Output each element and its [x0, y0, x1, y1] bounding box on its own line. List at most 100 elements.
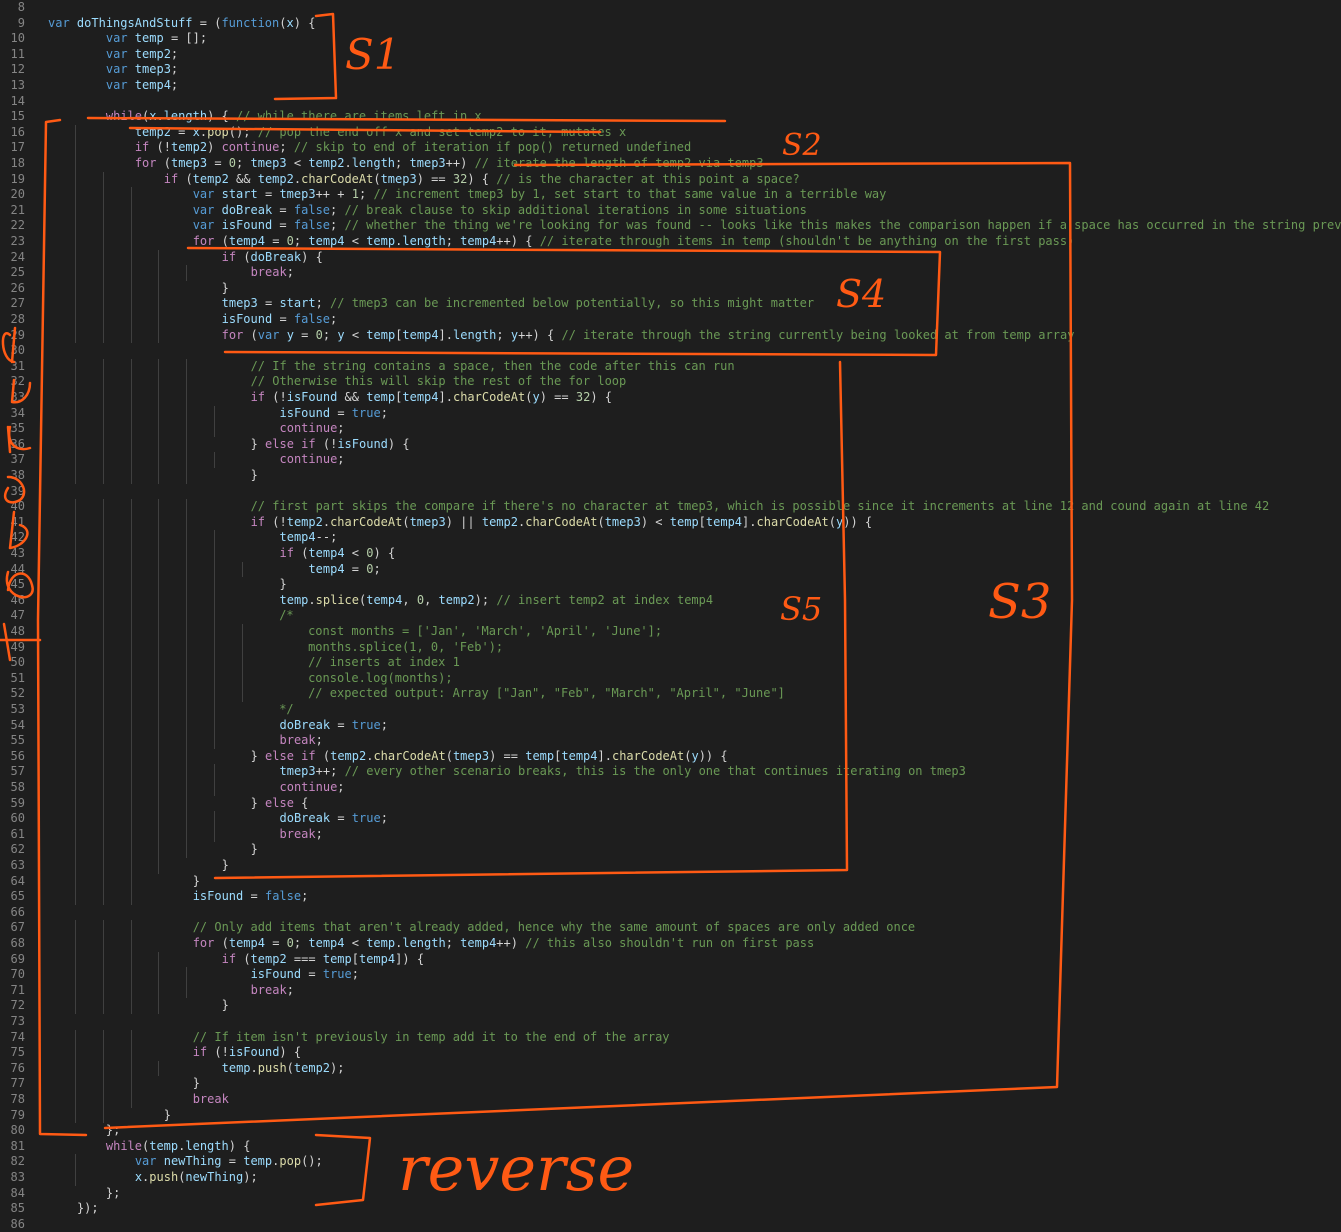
- code-line[interactable]: 77 }: [0, 1076, 1341, 1092]
- code-line[interactable]: 17 if (!temp2) continue; // skip to end …: [0, 140, 1341, 156]
- code-line[interactable]: 68 for (temp4 = 0; temp4 < temp.length; …: [0, 936, 1341, 952]
- code-line[interactable]: 44 temp4 = 0;: [0, 562, 1341, 578]
- code-line[interactable]: 25 break;: [0, 265, 1341, 281]
- code-line[interactable]: 63 }: [0, 858, 1341, 874]
- code-line[interactable]: 57 tmep3++; // every other scenario brea…: [0, 764, 1341, 780]
- code-line[interactable]: 28 isFound = false;: [0, 312, 1341, 328]
- code-line[interactable]: 60 doBreak = true;: [0, 811, 1341, 827]
- code-line[interactable]: 15 while(x.length) { // while there are …: [0, 109, 1341, 125]
- indent-guide: [74, 156, 76, 172]
- indent-guide: [102, 436, 104, 453]
- code-line[interactable]: 18 for (tmep3 = 0; tmep3 < temp2.length;…: [0, 156, 1341, 172]
- line-code: isFound = true;: [250, 967, 359, 982]
- code-line[interactable]: 83 x.push(newThing);: [0, 1170, 1341, 1186]
- indent-guide: [241, 670, 243, 687]
- code-line[interactable]: 53 */: [0, 702, 1341, 718]
- code-line[interactable]: 73: [0, 1014, 1341, 1030]
- code-line[interactable]: 30: [0, 343, 1341, 359]
- code-line[interactable]: 11 var temp2;: [0, 47, 1341, 63]
- code-line[interactable]: 81 while(temp.length) {: [0, 1139, 1341, 1155]
- code-line[interactable]: 37 continue;: [0, 452, 1341, 468]
- line-code: var isFound = false; // whether the thin…: [192, 218, 1341, 233]
- code-line[interactable]: 49 months.splice(1, 0, 'Feb');: [0, 640, 1341, 656]
- code-line[interactable]: 58 continue;: [0, 780, 1341, 796]
- indent-guide: [158, 390, 160, 406]
- code-line[interactable]: 43 if (temp4 < 0) {: [0, 546, 1341, 562]
- code-line[interactable]: 50 // inserts at index 1: [0, 655, 1341, 671]
- code-line[interactable]: 19 if (temp2 && temp2.charCodeAt(tmep3) …: [0, 172, 1341, 188]
- line-number: 39: [10, 483, 25, 498]
- code-editor[interactable]: 8 9 var doThingsAndStuff = (function(x) {1…: [0, 0, 1341, 1232]
- code-line[interactable]: 23 for (temp4 = 0; temp4 < temp.length; …: [0, 234, 1341, 250]
- code-line[interactable]: 16 temp2 = x.pop(); // pop the end off x…: [0, 125, 1341, 141]
- code-line[interactable]: 59 } else {: [0, 796, 1341, 812]
- code-line[interactable]: 70 isFound = true;: [0, 967, 1341, 983]
- code-line[interactable]: 62 }: [0, 842, 1341, 858]
- code-line[interactable]: 34 isFound = true;: [0, 406, 1341, 422]
- code-line[interactable]: 51 console.log(months);: [0, 671, 1341, 687]
- code-line[interactable]: 76 temp.push(temp2);: [0, 1061, 1341, 1077]
- indent-guide: [158, 514, 160, 531]
- code-line[interactable]: 56 } else if (temp2.charCodeAt(tmep3) ==…: [0, 749, 1341, 765]
- code-line[interactable]: 48 const months = ['Jan', 'March', 'Apri…: [0, 624, 1341, 640]
- code-line[interactable]: 52 // expected output: Array ["Jan", "Fe…: [0, 686, 1341, 702]
- code-line[interactable]: 12 var tmep3;: [0, 62, 1341, 78]
- code-line[interactable]: 38 }: [0, 468, 1341, 484]
- indent-guide: [102, 452, 104, 468]
- code-line[interactable]: 86: [0, 1217, 1341, 1232]
- indent-guide: [130, 967, 132, 983]
- code-line[interactable]: 85 });: [0, 1201, 1341, 1217]
- code-line[interactable]: 40 // first part skips the compare if th…: [0, 499, 1341, 515]
- code-line[interactable]: 14: [0, 94, 1341, 110]
- code-line[interactable]: 24 if (doBreak) {: [0, 250, 1341, 266]
- code-line[interactable]: 41 if (!temp2.charCodeAt(tmep3) || temp2…: [0, 515, 1341, 531]
- code-line[interactable]: 55 break;: [0, 733, 1341, 749]
- indent-guide: [74, 1045, 76, 1061]
- code-line[interactable]: 67 // Only add items that aren't already…: [0, 920, 1341, 936]
- indent-guide: [158, 436, 160, 453]
- code-line[interactable]: 31 // If the string contains a space, th…: [0, 359, 1341, 375]
- code-line[interactable]: 69 if (temp2 === temp[temp4]) {: [0, 952, 1341, 968]
- indent-guide: [214, 421, 216, 437]
- line-code: temp2 = x.pop(); // pop the end off x an…: [134, 124, 627, 139]
- code-line[interactable]: 84 };: [0, 1186, 1341, 1202]
- code-line[interactable]: 54 doBreak = true;: [0, 718, 1341, 734]
- code-line[interactable]: 9 var doThingsAndStuff = (function(x) {: [0, 16, 1341, 32]
- code-line[interactable]: 46 temp.splice(temp4, 0, temp2); // inse…: [0, 593, 1341, 609]
- indent-guide: [214, 811, 216, 827]
- indent-guide: [74, 920, 76, 936]
- code-line[interactable]: 47 /*: [0, 608, 1341, 624]
- code-line[interactable]: 20 var start = tmep3++ + 1; // increment…: [0, 187, 1341, 203]
- indent-guide: [102, 764, 104, 780]
- code-line[interactable]: 75 if (!isFound) {: [0, 1045, 1341, 1061]
- code-line[interactable]: 33 if (!isFound && temp[temp4].charCodeA…: [0, 390, 1341, 406]
- code-line[interactable]: 29 for (var y = 0; y < temp[temp4].lengt…: [0, 328, 1341, 344]
- code-line[interactable]: 39: [0, 484, 1341, 500]
- code-line[interactable]: 21 var doBreak = false; // break clause …: [0, 203, 1341, 219]
- code-line[interactable]: 45 }: [0, 577, 1341, 593]
- code-line[interactable]: 13 var temp4;: [0, 78, 1341, 94]
- line-number: 82: [10, 1154, 25, 1169]
- code-line[interactable]: 78 break: [0, 1092, 1341, 1108]
- code-line[interactable]: 65 isFound = false;: [0, 889, 1341, 905]
- code-line[interactable]: 82 var newThing = temp.pop();: [0, 1154, 1341, 1170]
- code-line[interactable]: 74 // If item isn't previously in temp a…: [0, 1030, 1341, 1046]
- line-code: var temp4;: [105, 78, 179, 92]
- code-line[interactable]: 27 tmep3 = start; // tmep3 can be increm…: [0, 296, 1341, 312]
- code-line[interactable]: 32 // Otherwise this will skip the rest …: [0, 374, 1341, 390]
- code-line[interactable]: 64 }: [0, 874, 1341, 890]
- code-line[interactable]: 35 continue;: [0, 421, 1341, 437]
- code-line[interactable]: 26 }: [0, 281, 1341, 297]
- line-code: isFound = false;: [221, 312, 338, 326]
- code-line[interactable]: 8: [0, 0, 1341, 16]
- code-line[interactable]: 71 break;: [0, 983, 1341, 999]
- code-line[interactable]: 42 temp4--;: [0, 530, 1341, 546]
- code-line[interactable]: 66: [0, 905, 1341, 921]
- code-line[interactable]: 61 break;: [0, 827, 1341, 843]
- code-line[interactable]: 10 var temp = [];: [0, 31, 1341, 47]
- code-line[interactable]: 72 }: [0, 998, 1341, 1014]
- code-line[interactable]: 22 var isFound = false; // whether the t…: [0, 218, 1341, 234]
- code-line[interactable]: 36 } else if (!isFound) {: [0, 437, 1341, 453]
- code-line[interactable]: 79 }: [0, 1108, 1341, 1124]
- code-line[interactable]: 80 };: [0, 1123, 1341, 1139]
